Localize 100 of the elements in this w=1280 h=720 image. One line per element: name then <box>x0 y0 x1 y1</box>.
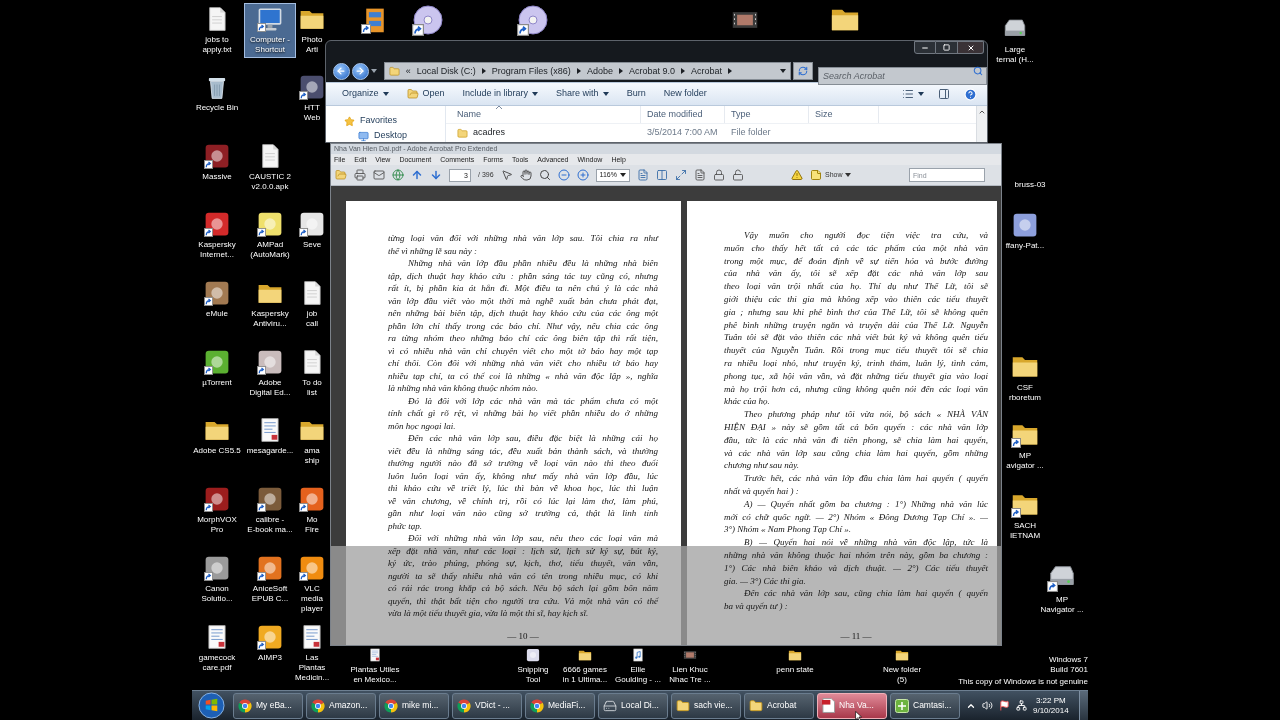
icon-label[interactable]: Lien Khuc Nhac Tre ... <box>669 665 711 685</box>
zoom-out-icon[interactable] <box>557 169 570 181</box>
taskbar-button[interactable]: Nha Va... <box>817 692 887 719</box>
icon-label[interactable]: ama ship <box>304 446 320 466</box>
icon-label[interactable]: CSF rboretum <box>1009 383 1041 403</box>
icon-label[interactable]: CAUSTIC 2 v2.0.0.apk <box>249 172 291 192</box>
breadcrumb-item[interactable]: Program Files (x86) <box>491 65 571 77</box>
column-header[interactable]: Size <box>815 107 833 122</box>
taskbar-button[interactable]: Acrobat <box>744 692 814 719</box>
close-button[interactable] <box>958 41 984 54</box>
command-button[interactable]: New folder <box>660 84 710 104</box>
separator-arrow-icon[interactable] <box>727 68 732 74</box>
cursor-arrow-icon[interactable] <box>500 169 513 181</box>
app-tile-icon[interactable] <box>526 648 540 662</box>
up-arrow-icon[interactable] <box>411 169 423 181</box>
icon-label[interactable]: 6666 games in 1 Ultima... <box>562 665 608 685</box>
open-lock-icon[interactable] <box>731 169 744 181</box>
document-lines-icon[interactable] <box>636 169 649 181</box>
icon-label[interactable]: Canon Solutio... <box>201 584 233 604</box>
icon-label[interactable]: Photo Arti <box>301 35 323 55</box>
command-button[interactable]: Include in library <box>459 84 542 104</box>
breadcrumb-overflow[interactable]: « <box>405 65 411 77</box>
taskbar-button[interactable]: My eBa... <box>233 692 303 719</box>
down-arrow-icon[interactable] <box>430 169 442 181</box>
scrollbar[interactable] <box>976 106 987 142</box>
separator-arrow-icon[interactable] <box>481 68 486 74</box>
icon-label[interactable]: To do list <box>302 378 322 398</box>
icon-label[interactable]: Large ternal (H... <box>996 45 1034 65</box>
command-button[interactable]: Burn <box>623 84 649 104</box>
icon-label[interactable]: bruss-03 <box>1014 180 1046 190</box>
command-button[interactable]: Share with <box>553 84 612 104</box>
icon-label[interactable]: New folder (5) <box>882 665 922 685</box>
film-icon[interactable] <box>683 648 697 662</box>
file-name[interactable]: acadres <box>473 126 506 140</box>
taskbar-button[interactable]: Amazon... <box>306 692 376 719</box>
app-tile-icon[interactable] <box>1012 212 1038 238</box>
taskbar-button[interactable]: Local Di... <box>598 692 668 719</box>
maximize-button[interactable] <box>936 41 958 54</box>
icon-label[interactable]: Ellie Goulding - ... <box>615 665 661 685</box>
document-icon[interactable] <box>368 648 382 662</box>
column-header[interactable]: Type <box>731 107 751 122</box>
icon-label[interactable]: VLC media player <box>295 584 329 614</box>
icon-label[interactable]: AMPad (AutoMark) <box>250 240 290 260</box>
view-options-button[interactable] <box>902 88 924 100</box>
search-field[interactable]: Search Acrobat <box>818 67 987 85</box>
clock-date[interactable]: 9/10/2014 <box>1033 705 1069 716</box>
icon-label[interactable]: job call <box>306 309 318 329</box>
two-columns-icon[interactable] <box>655 169 668 181</box>
icon-label[interactable]: Massive <box>202 172 232 182</box>
lock-icon[interactable] <box>712 169 725 181</box>
folder-icon[interactable] <box>895 648 909 662</box>
icon-label[interactable]: mesagarde... <box>246 446 294 456</box>
icon-label[interactable]: AniceSoft EPUB C... <box>251 584 289 604</box>
icon-label[interactable]: HTT Web <box>303 103 321 123</box>
diagonal-arrows-icon[interactable] <box>674 169 687 181</box>
music-file-icon[interactable] <box>631 648 645 662</box>
minimize-button[interactable] <box>914 41 936 54</box>
taskbar-button[interactable]: VDict - ... <box>452 692 522 719</box>
icon-label[interactable]: eMule <box>206 309 228 319</box>
preview-pane-icon[interactable] <box>938 88 950 100</box>
document-lines-icon[interactable] <box>693 169 706 181</box>
clock-time[interactable]: 3:22 PM <box>1035 695 1066 706</box>
desktop-icon-selection[interactable]: Computer - Shortcut <box>244 3 296 58</box>
icon-label[interactable]: AIMP3 <box>258 653 282 663</box>
command-button[interactable]: Organize <box>339 84 392 104</box>
icon-label[interactable]: gamecock care.pdf <box>198 653 236 673</box>
icon-label[interactable]: MorphVOX Pro <box>197 515 237 535</box>
flag-icon[interactable] <box>999 700 1010 711</box>
taskbar-button[interactable]: MediaFi... <box>525 692 595 719</box>
address-bar[interactable]: « Local Disk (C:) Program Files (x86) Adobe Acrobat 9.0 Acrobat <box>383 62 792 80</box>
icon-label[interactable]: Kaspersky Antiviru... <box>251 309 289 329</box>
start-button[interactable] <box>196 690 226 720</box>
taskbar-button[interactable]: sach vie... <box>671 692 741 719</box>
taskbar-button[interactable]: mike mi... <box>379 692 449 719</box>
help-icon[interactable] <box>964 87 977 101</box>
icon-label[interactable]: SACH IETNAM <box>1009 521 1041 541</box>
column-header[interactable]: Name <box>457 107 481 122</box>
refresh-button[interactable] <box>793 62 814 80</box>
icon-label[interactable]: Mo Fire <box>305 515 319 535</box>
icon-label[interactable]: Computer - Shortcut <box>250 35 290 55</box>
monitor-icon[interactable] <box>257 6 283 32</box>
icon-label[interactable]: MP avigator ... <box>1006 451 1044 471</box>
icon-label[interactable]: Snipping Tool <box>517 665 549 685</box>
breadcrumb-item[interactable]: Acrobat <box>690 65 722 77</box>
icon-label[interactable]: ffany-Pat... <box>1005 241 1045 251</box>
column-header[interactable]: Date modified <box>647 107 703 122</box>
icon-label[interactable]: Plantas Utiles en Mexico... <box>350 665 400 685</box>
hand-icon[interactable] <box>519 169 532 181</box>
network-icon[interactable] <box>1016 700 1027 711</box>
icon-label[interactable]: Seve <box>302 240 322 250</box>
speaker-icon[interactable] <box>982 700 993 711</box>
breadcrumb-item[interactable]: Adobe <box>586 65 613 77</box>
breadcrumb-item[interactable]: Local Disk (C:) <box>416 65 476 77</box>
breadcrumb-item[interactable]: Acrobat 9.0 <box>628 65 675 77</box>
show-desktop-button[interactable] <box>1079 691 1088 720</box>
back-button[interactable] <box>333 62 350 80</box>
nav-item[interactable]: Desktop <box>344 130 445 142</box>
icon-label[interactable]: jobs to apply.txt <box>202 35 232 55</box>
folder-icon[interactable] <box>788 648 802 662</box>
separator-arrow-icon[interactable] <box>680 68 685 74</box>
